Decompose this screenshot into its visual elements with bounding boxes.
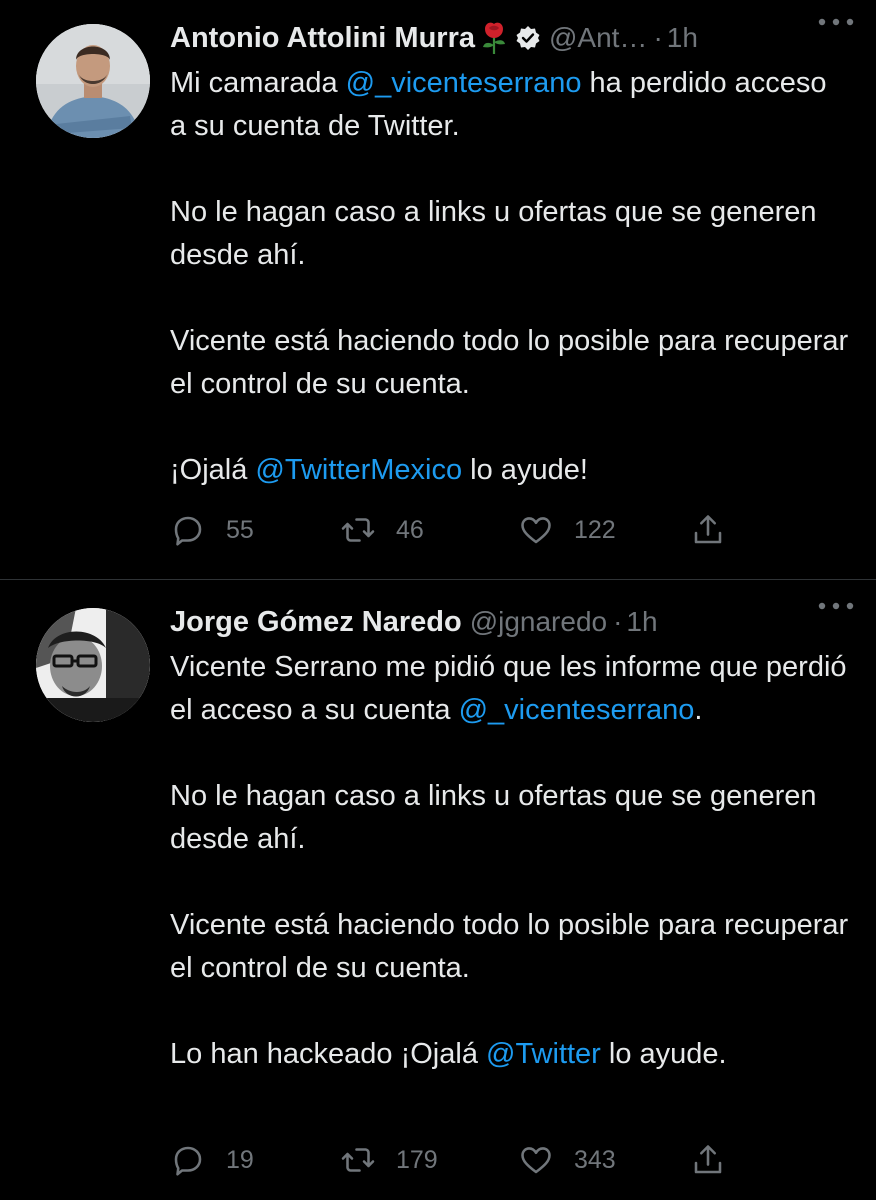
author-name[interactable]: Jorge Gómez Naredo	[170, 606, 462, 639]
text-segment: Mi camarada	[170, 67, 346, 99]
avatar-image	[36, 24, 150, 138]
more-icon[interactable]	[818, 602, 854, 610]
tweet-paragraph: Mi camarada @_vicenteserrano ha perdido …	[170, 62, 850, 148]
avatar[interactable]	[36, 24, 150, 138]
like-button[interactable]: 343	[518, 1142, 616, 1178]
mention-link[interactable]: @_vicenteserrano	[346, 67, 582, 99]
tweet-header: Jorge Gómez Naredo @jgnaredo · 1h	[170, 602, 856, 642]
avatar[interactable]	[36, 608, 150, 722]
like-icon	[521, 1147, 551, 1174]
more-icon[interactable]	[818, 18, 854, 26]
separator-dot: ·	[653, 22, 663, 53]
author-name[interactable]: Antonio Attolini Murra	[170, 22, 475, 55]
share-icon	[694, 1145, 722, 1174]
tweet[interactable]: Antonio Attolini Murra @Ant… · 1h Mi cam…	[0, 0, 876, 580]
retweet-icon	[341, 518, 375, 542]
tweet-header: Antonio Attolini Murra @Ant… · 1h	[170, 18, 856, 58]
verified-badge-icon	[515, 25, 541, 51]
tweet-paragraph: Lo han hackeado ¡Ojalá @Twitter lo ayude…	[170, 1033, 850, 1076]
tweet-text: Mi camarada @_vicenteserrano ha perdido …	[170, 62, 850, 492]
text-segment: lo ayude.	[600, 1038, 727, 1070]
tweet-paragraph: No le hagan caso a links u ofertas que s…	[170, 196, 817, 271]
tweet-paragraph: Vicente Serrano me pidió que les informe…	[170, 646, 850, 732]
avatar-image	[36, 608, 150, 722]
reply-count: 55	[226, 515, 254, 544]
like-button[interactable]: 122	[518, 512, 616, 548]
rose-emoji	[479, 21, 509, 55]
author-handle[interactable]: @jgnaredo	[470, 606, 607, 638]
reply-count: 19	[226, 1145, 254, 1174]
retweet-count: 179	[396, 1145, 438, 1174]
share-icon	[694, 515, 722, 544]
timestamp[interactable]: 1h	[667, 22, 698, 54]
retweet-count: 46	[396, 515, 424, 544]
text-segment: ¡Ojalá	[170, 454, 256, 486]
tweet-paragraph: No le hagan caso a links u ofertas que s…	[170, 780, 817, 855]
like-count: 122	[574, 515, 616, 544]
like-count: 343	[574, 1145, 616, 1174]
share-button[interactable]	[690, 1142, 726, 1178]
tweet[interactable]: Jorge Gómez Naredo @jgnaredo · 1h Vicent…	[0, 580, 876, 1200]
text-segment: Lo han hackeado ¡Ojalá	[170, 1038, 486, 1070]
share-button[interactable]	[690, 512, 726, 548]
like-icon	[521, 517, 551, 544]
retweet-icon	[341, 1148, 375, 1172]
tweet-paragraph: Vicente está haciendo todo lo posible pa…	[170, 909, 849, 984]
text-segment: lo ayude!	[462, 454, 588, 486]
mention-link[interactable]: @_vicenteserrano	[459, 694, 695, 726]
retweet-button[interactable]: 179	[340, 1142, 438, 1178]
timestamp[interactable]: 1h	[626, 606, 657, 638]
tweet-paragraph: ¡Ojalá @TwitterMexico lo ayude!	[170, 449, 850, 492]
reply-button[interactable]: 19	[170, 1142, 254, 1178]
mention-link[interactable]: @TwitterMexico	[255, 454, 462, 486]
tweet-paragraph: Vicente está haciendo todo lo posible pa…	[170, 325, 849, 400]
reply-button[interactable]: 55	[170, 512, 254, 548]
author-handle[interactable]: @Ant…	[549, 22, 647, 54]
separator-dot: ·	[613, 606, 623, 637]
text-segment: .	[694, 694, 703, 726]
tweet-text: Vicente Serrano me pidió que les informe…	[170, 646, 850, 1076]
mention-link[interactable]: @Twitter	[486, 1038, 601, 1070]
reply-icon	[174, 516, 202, 546]
retweet-button[interactable]: 46	[340, 512, 424, 548]
reply-icon	[174, 1146, 202, 1176]
